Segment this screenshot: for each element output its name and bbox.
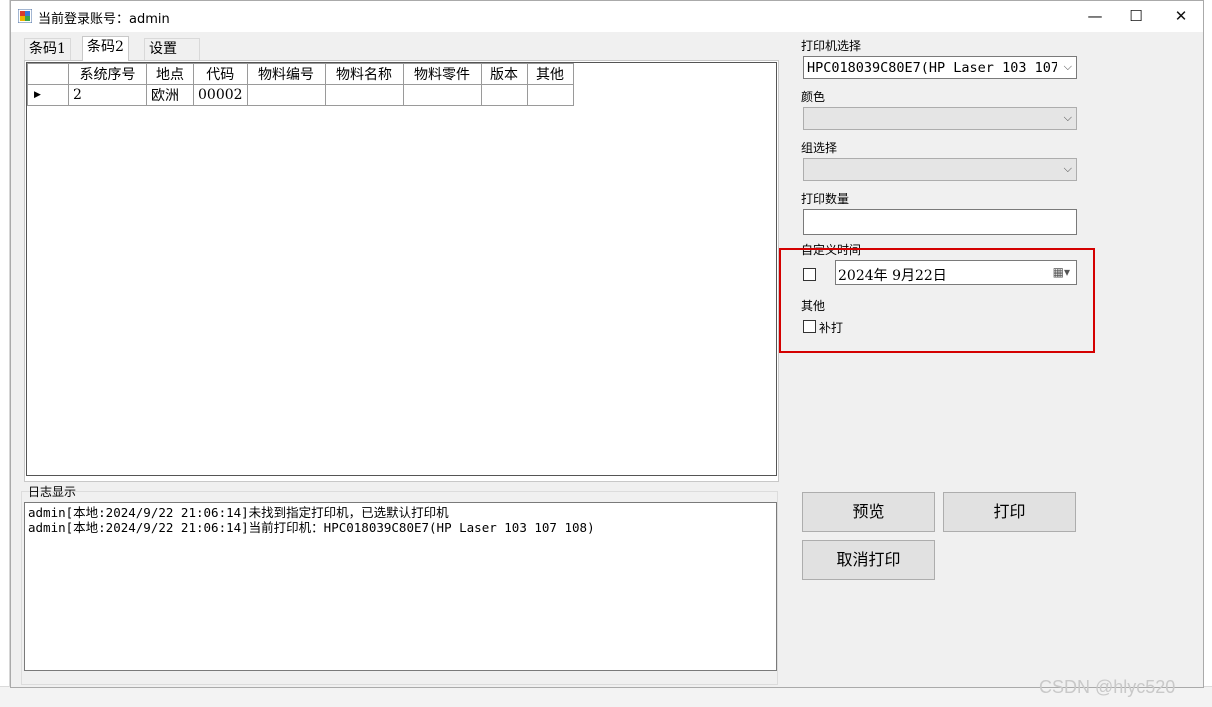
row-selector-icon[interactable]: ▶ xyxy=(27,84,69,106)
main-window: 当前登录账号：admin — ☐ ✕ 条码1 条码2 设置 系统序号 地点 代码… xyxy=(10,0,1204,688)
chevron-down-icon: ⌵ xyxy=(1063,162,1072,175)
grid-header-row: 系统序号 地点 代码 物料编号 物料名称 物料零件 版本 其他 xyxy=(27,63,574,85)
column-header[interactable]: 其他 xyxy=(526,63,574,85)
table-row[interactable]: ▶ 2 欧洲 00002 xyxy=(27,84,574,106)
background-editor-right xyxy=(1203,0,1212,707)
printer-label: 打印机选择 xyxy=(801,39,862,53)
data-grid[interactable]: 系统序号 地点 代码 物料编号 物料名称 物料零件 版本 其他 ▶ 2 欧洲 0… xyxy=(26,62,777,476)
log-output[interactable]: admin[本地:2024/9/22 21:06:14]未找到指定打印机，已选默… xyxy=(24,502,777,671)
column-header[interactable]: 版本 xyxy=(480,63,528,85)
quantity-input[interactable] xyxy=(803,209,1077,235)
window-title: 当前登录账号：admin xyxy=(38,12,170,27)
column-header[interactable]: 地点 xyxy=(146,63,194,85)
background-taskbar xyxy=(0,686,1212,707)
table-cell[interactable]: 00002 xyxy=(193,84,248,106)
printer-select[interactable]: HPC018039C80E7(HP Laser 103 107 ⌵ xyxy=(803,56,1077,79)
watermark: CSDN @hlyc520 xyxy=(1039,677,1176,697)
table-cell[interactable] xyxy=(402,84,482,106)
quantity-label: 打印数量 xyxy=(801,192,850,206)
group-select[interactable]: ⌵ xyxy=(803,158,1077,181)
printer-select-value: HPC018039C80E7(HP Laser 103 107 xyxy=(807,60,1057,76)
tab-barcode-2[interactable]: 条码2 xyxy=(82,36,129,61)
maximize-button[interactable]: ☐ xyxy=(1113,1,1159,32)
tab-settings[interactable]: 设置 xyxy=(144,38,200,60)
chevron-down-icon: ⌵ xyxy=(1063,111,1072,124)
log-group-label: 日志显示 xyxy=(28,485,77,499)
log-line: admin[本地:2024/9/22 21:06:14]未找到指定打印机，已选默… xyxy=(28,505,449,520)
group-label: 组选择 xyxy=(801,141,838,155)
minimize-button[interactable]: — xyxy=(1072,1,1118,32)
table-cell[interactable] xyxy=(246,84,326,106)
tab-page: 系统序号 地点 代码 物料编号 物料名称 物料零件 版本 其他 ▶ 2 欧洲 0… xyxy=(24,60,779,482)
column-header[interactable]: 代码 xyxy=(193,63,248,85)
tab-barcode-1[interactable]: 条码1 xyxy=(24,38,71,60)
table-cell[interactable] xyxy=(480,84,528,106)
row-header-corner xyxy=(27,63,69,85)
column-header[interactable]: 物料编号 xyxy=(246,63,326,85)
color-label: 颜色 xyxy=(801,90,826,104)
color-select[interactable]: ⌵ xyxy=(803,107,1077,130)
column-header[interactable]: 系统序号 xyxy=(68,63,147,85)
grid-table: 系统序号 地点 代码 物料编号 物料名称 物料零件 版本 其他 ▶ 2 欧洲 0… xyxy=(27,63,574,106)
column-header[interactable]: 物料零件 xyxy=(402,63,482,85)
title-bar: 当前登录账号：admin — ☐ ✕ xyxy=(11,1,1203,32)
column-header[interactable]: 物料名称 xyxy=(324,63,404,85)
app-icon xyxy=(18,9,32,23)
table-cell[interactable] xyxy=(526,84,574,106)
preview-button[interactable]: 预览 xyxy=(802,492,935,532)
print-button[interactable]: 打印 xyxy=(943,492,1076,532)
cancel-print-button[interactable]: 取消打印 xyxy=(802,540,935,580)
annotation-highlight-box xyxy=(779,248,1095,353)
table-cell[interactable]: 2 xyxy=(68,84,147,106)
chevron-down-icon: ⌵ xyxy=(1063,60,1072,73)
table-cell[interactable]: 欧洲 xyxy=(146,84,194,106)
log-line: admin[本地:2024/9/22 21:06:14]当前打印机：HPC018… xyxy=(28,520,595,535)
close-button[interactable]: ✕ xyxy=(1158,1,1204,32)
table-cell[interactable] xyxy=(324,84,404,106)
background-editor-left xyxy=(0,0,10,707)
